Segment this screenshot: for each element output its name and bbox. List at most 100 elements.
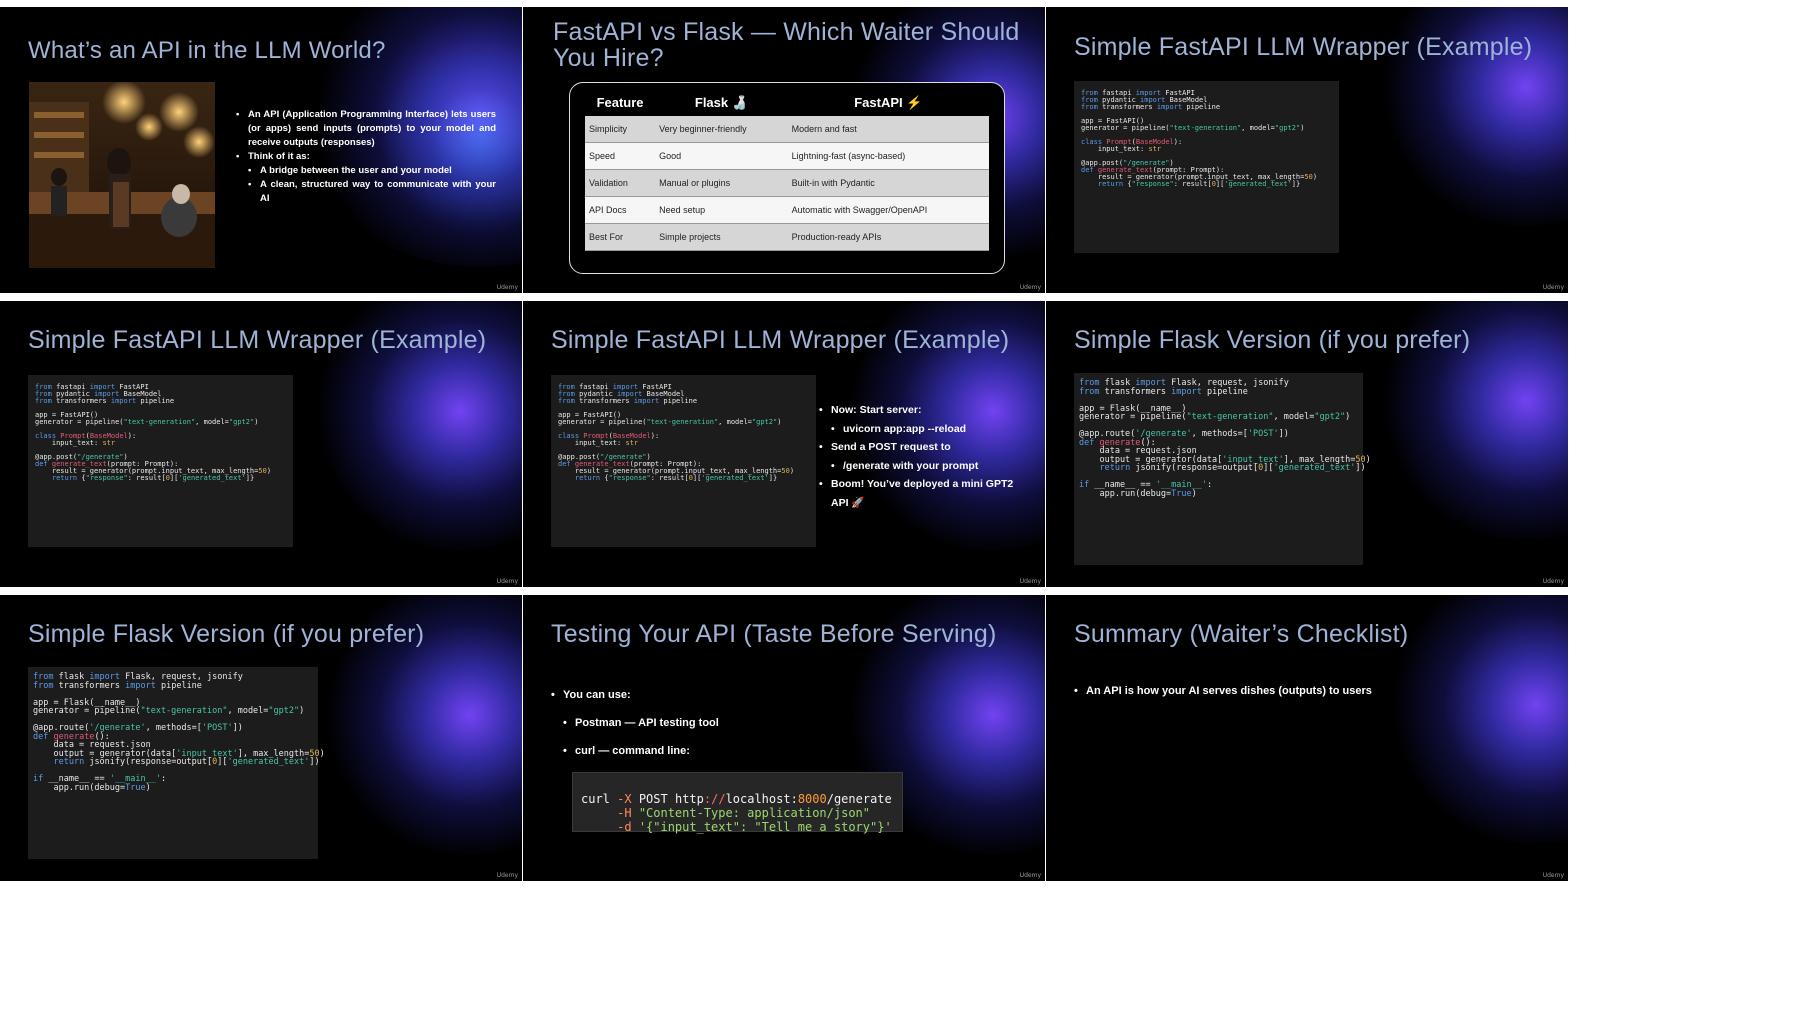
code-line: @app.post("/generate") [1081,159,1174,167]
code-line: input_text: str [558,439,639,447]
table-cell: Very beginner-friendly [655,116,788,143]
slide-summary[interactable]: Summary (Waiter’s Checklist) An API is h… [1046,595,1568,881]
slide-title: Testing Your API (Taste Before Serving) [551,620,997,648]
code-line: class Prompt(BaseModel): [558,432,660,440]
curl-line-2: -H "Content-Type: application/json" [617,806,870,820]
table-cell: Automatic with Swagger/OpenAPI [787,196,989,224]
slide-what-is-api[interactable]: What’s an API in the LLM World? • An API… [0,7,522,293]
table-cell: Best For [585,223,656,251]
curl-line-3: -d '{"input_text": "Tell me a story"}' [617,820,892,834]
code-line: return jsonify(response=output[0]['gener… [53,757,320,767]
code-line: from transformers import pipeline [558,397,698,405]
slide-title: Simple Flask Version (if you prefer) [28,620,425,648]
table-cell: Lightning-fast (async-based) [787,142,989,170]
code-line: result = generator(prompt.input_text, ma… [558,467,795,475]
slide-fastapi-vs-flask[interactable]: FastAPI vs Flask — Which Waiter Should Y… [523,7,1045,293]
bullet-list: An API is how your AI serves dishes (out… [1074,681,1494,701]
code-line: generator = pipeline("text-generation", … [1081,124,1305,132]
code-line: generator = pipeline("text-generation", … [33,706,305,716]
bullet-item: Boom! You’ve deployed a mini GPT2 API 🚀 [819,475,1029,512]
table-cell: Simplicity [585,116,656,143]
table-cell: API Docs [585,196,656,224]
code-block-flask: from flask import Flask, request, jsonif… [1074,373,1371,565]
code-line: app = Flask(__name__) [1079,403,1187,414]
bullet-item: You can use: [551,681,851,709]
code-line: def generate_text(prompt: Prompt): [558,460,702,468]
code-line: from fastapi import FastAPI [558,383,672,391]
table-row: Validation Manual or plugins Built-in with… [585,169,989,197]
bullet-item: Think of it as: [236,150,496,164]
table-cell: Built-in with Pydantic [787,169,989,197]
slide-title: Simple FastAPI LLM Wrapper (Example) [1074,33,1533,61]
bullet-item: An API (Application Programming Interfac… [236,108,496,150]
sub-bullet-item: /generate with your prompt [831,457,1029,476]
slide-flask-version[interactable]: Simple Flask Version (if you prefer) fro… [1046,301,1568,587]
slide-title: Summary (Waiter’s Checklist) [1074,620,1409,648]
code-line: return {"response": result[0]['generated… [51,474,255,482]
code-line: from pydantic import BaseModel [558,390,685,398]
header-feature: Feature [585,89,656,116]
header-fastapi: FastAPI ⚡ [787,89,989,116]
bullet-item: An API is how your AI serves dishes (out… [1074,681,1494,701]
bullet-item: Now: Start server: [819,401,1029,420]
code-line: result = generator(prompt.input_text, ma… [35,467,272,475]
code-line: @app.route('/generate', methods=['POST']… [33,723,243,733]
code-line: from transformers import pipeline [33,680,202,691]
comparison-table-frame: Feature Flask 🍶 FastAPI ⚡ Simplicity Very… [569,82,1005,274]
code-line: app = FastAPI() [35,411,99,419]
slide-fastapi-wrapper[interactable]: Simple FastAPI LLM Wrapper (Example) fro… [1046,7,1568,293]
comparison-table: Feature Flask 🍶 FastAPI ⚡ Simplicity Very… [585,89,989,251]
code-line: output = generator(data['input_text'], m… [33,748,325,759]
table-cell: Simple projects [655,223,788,251]
code-line: generator = pipeline("text-generation", … [1079,412,1351,422]
sub-bullet-item: curl — command line: [563,737,851,765]
slide-fastapi-wrapper-3[interactable]: Simple FastAPI LLM Wrapper (Example) fro… [523,301,1045,587]
code-line: def generate_text(prompt: Prompt): [1081,166,1225,174]
watermark: Udemy [1542,578,1564,585]
restaurant-photo [29,82,215,268]
code-line: generator = pipeline("text-generation", … [558,418,782,426]
table-row: API Docs Need setup Automatic with Swagger… [585,196,989,224]
sub-bullet-item: A clean, structured way to communicate w… [248,178,496,206]
code-block-fastapi: from fastapi import FastAPI from pydantic… [1074,81,1339,253]
watermark: Udemy [1542,872,1564,879]
slide-title: Simple Flask Version (if you prefer) [1074,326,1471,354]
code-line: def generate_text(prompt: Prompt): [35,460,179,468]
watermark: Udemy [1019,872,1041,879]
table-cell: Modern and fast [787,116,989,143]
watermark: Udemy [1542,284,1564,291]
code-line: app = Flask(__name__) [33,697,141,708]
bullet-list: You can use: Postman — API testing tool … [551,681,851,765]
slide-fastapi-wrapper-2[interactable]: Simple FastAPI LLM Wrapper (Example) fro… [0,301,522,587]
watermark: Udemy [1019,284,1041,291]
code-line: from transformers import pipeline [1081,103,1221,111]
code-block-fastapi: from fastapi import FastAPI from pydantic… [28,375,293,547]
table-row: Best For Simple projects Production-ready … [585,223,989,251]
table-cell: Need setup [655,196,788,224]
slide-title: Simple FastAPI LLM Wrapper (Example) [28,326,487,354]
code-line: app.run(debug=True) [33,782,151,793]
bullet-item: Send a POST request to [819,438,1029,457]
code-line: return jsonify(response=output[0]['gener… [1099,463,1366,473]
code-line: result = generator(prompt.input_text, ma… [1081,173,1318,181]
code-line: from flask import Flask, request, jsonif… [33,672,243,682]
slide-testing-api[interactable]: Testing Your API (Taste Before Serving) … [523,595,1045,881]
watermark: Udemy [496,872,518,879]
code-line: app = FastAPI() [1081,117,1145,125]
table-row: Speed Good Lightning-fast (async-based) [585,142,989,170]
watermark: Udemy [496,284,518,291]
slide-title: Simple FastAPI LLM Wrapper (Example) [551,326,1010,354]
slide-title: What’s an API in the LLM World? [28,37,386,64]
code-line: @app.post("/generate") [35,453,128,461]
code-line: return {"response": result[0]['generated… [574,474,778,482]
code-block-fastapi: from fastapi import FastAPI from pydantic… [551,375,816,547]
code-line: output = generator(data['input_text'], m… [1079,454,1371,465]
slide-title: FastAPI vs Flask — Which Waiter Should Y… [553,18,1020,72]
code-line: @app.post("/generate") [558,453,651,461]
slide-flask-version-2[interactable]: Simple Flask Version (if you prefer) fro… [0,595,522,881]
curl-command-block: curl -X POST http://localhost:8000/gener… [572,772,903,834]
code-line: data = request.json [1079,446,1197,456]
code-line: from fastapi import FastAPI [1081,89,1195,97]
table-row: Simplicity Very beginner-friendly Modern a… [585,116,989,143]
code-line: app = FastAPI() [558,411,622,419]
